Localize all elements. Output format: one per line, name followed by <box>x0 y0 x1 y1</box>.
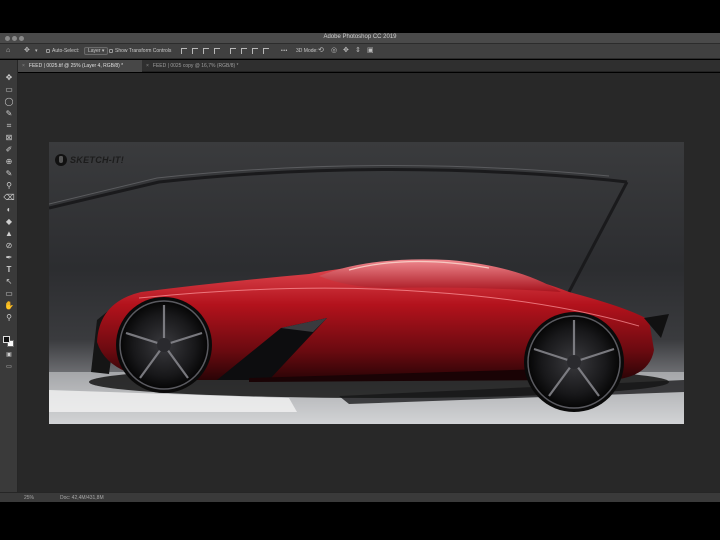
distribute-bottom-icon[interactable] <box>252 48 258 54</box>
more-options-icon[interactable]: ••• <box>281 48 288 54</box>
auto-select-dropdown[interactable]: Layer ▾ <box>84 47 109 55</box>
tab-document-0025-copy[interactable]: × FEED | 0025 copy @ 16,7% (RGB/8) * <box>142 60 266 72</box>
lasso-tool-icon[interactable]: ◯ <box>3 97 15 107</box>
gradient-tool-icon[interactable]: ◐ <box>3 205 15 215</box>
foreground-color-swatch[interactable] <box>3 336 10 343</box>
auto-select-checkbox[interactable]: Auto-Select: <box>46 48 79 54</box>
auto-select-label: Auto-Select: <box>52 48 80 54</box>
letterbox-top <box>0 0 720 33</box>
document-size-info: Doc: 42,4M/431,8M <box>60 495 104 501</box>
brush-tool-icon[interactable]: ✎ <box>3 169 15 179</box>
tab-label: FEED | 0025 copy @ 16,7% (RGB/8) * <box>152 63 239 69</box>
quick-mask-icon[interactable]: ▣ <box>3 350 15 360</box>
document-tab-bar: × FEED | 0025.tif @ 25% (Layer 4, RGB/8) … <box>18 60 720 72</box>
zoom-level[interactable]: 25% <box>24 495 34 501</box>
tools-panel: ✥ ▭ ◯ ✎ ⌗ ⊠ ✐ ⊕ ✎ ⚲ ⌫ ◐ ◆ ▲ ⊘ ✒ T ↖ ▭ ✋ … <box>0 60 18 492</box>
magic-wand-tool-icon[interactable]: ✎ <box>3 109 15 119</box>
title-bar: Adobe Photoshop CC 2019 <box>0 33 720 44</box>
checkbox-icon <box>46 49 50 53</box>
checkbox-icon <box>109 49 113 53</box>
document-canvas[interactable]: SKETCH-IT! <box>49 142 684 424</box>
history-brush-tool-icon[interactable]: ⊘ <box>3 241 15 251</box>
auto-select-value: Layer <box>88 48 101 54</box>
align-bottom-icon[interactable] <box>203 48 209 54</box>
options-bar: ⌂ ✥ ▾ Auto-Select: Layer ▾ Show Transfor… <box>0 44 720 59</box>
brand-text: SKETCH-IT! <box>70 155 124 165</box>
letterbox-bottom <box>0 502 720 540</box>
dodge-tool-icon[interactable]: ▲ <box>3 229 15 239</box>
tab-document-0025[interactable]: × FEED | 0025.tif @ 25% (Layer 4, RGB/8) … <box>18 60 142 72</box>
3d-pan-icon[interactable]: ✥ <box>343 47 349 55</box>
healing-brush-tool-icon[interactable]: ⊕ <box>3 157 15 167</box>
distribute-center-icon[interactable] <box>241 48 247 54</box>
zoom-tool-icon[interactable]: ⚲ <box>3 313 15 323</box>
hand-tool-icon[interactable]: ✋ <box>3 301 15 311</box>
frame-tool-icon[interactable]: ⊠ <box>3 133 15 143</box>
align-vertical-center-icon[interactable] <box>192 48 198 54</box>
tab-label: FEED | 0025.tif @ 25% (Layer 4, RGB/8) * <box>28 63 124 69</box>
chevron-down-icon[interactable]: ▾ <box>35 47 38 55</box>
3d-orbit-icon[interactable]: ⟲ <box>318 47 324 55</box>
flame-icon <box>55 154 67 166</box>
eyedropper-tool-icon[interactable]: ✐ <box>3 145 15 155</box>
move-tool-icon[interactable]: ✥ <box>3 73 15 83</box>
type-tool-icon[interactable]: T <box>3 265 15 275</box>
pen-tool-icon[interactable]: ✒ <box>3 253 15 263</box>
close-tab-icon[interactable]: × <box>22 63 25 69</box>
distribute-top-icon[interactable] <box>230 48 236 54</box>
sketch-it-logo: SKETCH-IT! <box>55 154 124 166</box>
show-transform-controls-label: Show Transform Controls <box>115 48 172 54</box>
3d-roll-icon[interactable]: ◎ <box>331 47 337 55</box>
screen-mode-icon[interactable]: ▭ <box>3 362 15 372</box>
align-top-icon[interactable] <box>181 48 187 54</box>
blur-tool-icon[interactable]: ◆ <box>3 217 15 227</box>
align-left-icon[interactable] <box>214 48 220 54</box>
3d-mode-label: 3D Mode: <box>296 48 318 54</box>
window-title: Adobe Photoshop CC 2019 <box>323 34 397 40</box>
show-transform-controls-checkbox[interactable]: Show Transform Controls <box>109 48 171 54</box>
clone-stamp-tool-icon[interactable]: ⚲ <box>3 181 15 191</box>
close-tab-icon[interactable]: × <box>146 63 149 69</box>
car-sketch-illustration <box>49 165 684 424</box>
path-selection-tool-icon[interactable]: ↖ <box>3 277 15 287</box>
status-bar: 25% Doc: 42,4M/431,8M <box>0 492 720 502</box>
3d-scale-icon[interactable]: ▣ <box>367 47 374 55</box>
move-tool-icon[interactable]: ✥ <box>24 47 30 55</box>
crop-tool-icon[interactable]: ⌗ <box>3 121 15 131</box>
eraser-tool-icon[interactable]: ⌫ <box>3 193 15 203</box>
distribute-left-icon[interactable] <box>263 48 269 54</box>
rectangle-tool-icon[interactable]: ▭ <box>3 289 15 299</box>
home-icon[interactable]: ⌂ <box>6 47 10 55</box>
3d-slide-icon[interactable]: ⇕ <box>355 47 361 55</box>
marquee-tool-icon[interactable]: ▭ <box>3 85 15 95</box>
